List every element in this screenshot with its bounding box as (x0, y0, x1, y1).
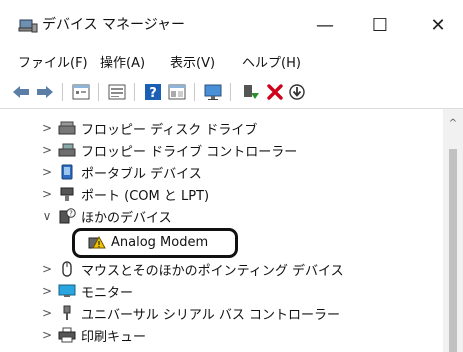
close-button[interactable]: ✕ (418, 10, 458, 40)
scan-monitor-icon[interactable] (202, 81, 224, 103)
menu-help[interactable]: ヘルプ(H) (240, 54, 303, 74)
vertical-scrollbar[interactable]: ^ (443, 109, 463, 352)
properties-icon[interactable] (70, 81, 92, 103)
mouse-icon (58, 261, 76, 277)
svg-text:?: ? (69, 210, 73, 218)
tree-item-other-devices[interactable]: ∨ ? ほかのデバイス (40, 205, 172, 227)
expand-chevron-icon[interactable]: > (40, 143, 54, 157)
highlight-outline (72, 228, 238, 258)
unknown-device-icon: ? (58, 208, 76, 224)
port-icon (58, 186, 76, 202)
forward-arrow-icon[interactable] (34, 81, 56, 103)
show-list-icon[interactable] (106, 81, 128, 103)
floppy-controller-icon (58, 142, 76, 158)
scroll-thumb[interactable] (449, 149, 457, 352)
tree-item-label: ユニバーサル シリアル バス コントローラー (81, 307, 341, 323)
tree-item-ports[interactable]: > ポート (COM と LPT) (40, 183, 209, 205)
window-title: デバイス マネージャー (42, 17, 186, 33)
toolbar-separator (98, 83, 99, 101)
maximize-button[interactable]: ☐ (360, 10, 400, 40)
expand-chevron-icon[interactable]: > (40, 306, 54, 320)
help-icon[interactable]: ? (142, 81, 164, 103)
tree-item-portable-devices[interactable]: > ポータブル デバイス (40, 161, 202, 183)
minimize-button[interactable]: — (305, 10, 345, 40)
tree-item-label: マウスとそのほかのポインティング デバイス (81, 263, 344, 279)
expand-chevron-icon[interactable]: > (40, 165, 54, 179)
uninstall-icon[interactable] (264, 81, 286, 103)
expand-chevron-icon[interactable]: > (40, 284, 54, 298)
tree-item-label: ほかのデバイス (81, 210, 172, 226)
toolbar-separator (194, 83, 195, 101)
toolbar: ? (0, 78, 463, 108)
scroll-up-arrow-icon[interactable]: ^ (448, 119, 458, 129)
tree-item-print-queues[interactable]: > 印刷キュー (40, 324, 146, 346)
tree-item-label: フロッピー ディスク ドライブ (81, 122, 258, 138)
tree-item-label: ポータブル デバイス (81, 166, 202, 182)
tree-item-floppy-disk[interactable]: > フロッピー ディスク ドライブ (40, 117, 257, 139)
details-icon[interactable] (166, 81, 188, 103)
tree-item-label: フロッピー ドライブ コントローラー (81, 144, 298, 160)
toolbar-separator (230, 83, 231, 101)
portable-device-icon (58, 164, 76, 180)
tree-item-label: 印刷キュー (81, 329, 147, 345)
tree-item-cutoff (40, 346, 81, 352)
device-manager-window: デバイス マネージャー — ☐ ✕ ファイル(F) 操作(A) 表示(V) ヘル… (0, 0, 463, 352)
back-arrow-icon[interactable] (10, 81, 32, 103)
floppy-disk-icon (58, 120, 76, 136)
svg-text:?: ? (149, 86, 157, 101)
expand-chevron-icon[interactable]: > (40, 187, 54, 201)
printer-icon (58, 327, 76, 343)
update-driver-icon[interactable] (240, 81, 262, 103)
tree-item-floppy-controller[interactable]: > フロッピー ドライブ コントローラー (40, 139, 297, 161)
expand-chevron-icon[interactable]: > (40, 121, 54, 135)
menu-file[interactable]: ファイル(F) (16, 54, 90, 74)
monitor-icon (58, 283, 76, 299)
tree-item-monitors[interactable]: > モニター (40, 280, 133, 302)
device-manager-icon (18, 18, 38, 34)
toolbar-separator (134, 83, 135, 101)
expand-chevron-icon[interactable]: > (40, 262, 54, 276)
menu-operation[interactable]: 操作(A) (98, 54, 147, 74)
toolbar-separator (62, 83, 63, 101)
install-icon[interactable] (286, 81, 308, 103)
title-bar: デバイス マネージャー — ☐ ✕ (0, 0, 463, 50)
collapse-chevron-icon[interactable]: ∨ (40, 209, 54, 223)
tree-item-usb-controllers[interactable]: > ユニバーサル シリアル バス コントローラー (40, 302, 340, 324)
menu-view[interactable]: 表示(V) (168, 54, 217, 74)
menu-bar: ファイル(F) 操作(A) 表示(V) ヘルプ(H) (0, 52, 463, 76)
tree-item-mice[interactable]: > マウスとそのほかのポインティング デバイス (40, 258, 344, 280)
usb-icon (58, 305, 76, 321)
tree-item-label: ポート (COM と LPT) (81, 188, 210, 204)
expand-chevron-icon[interactable]: > (40, 328, 54, 342)
tree-item-label: モニター (81, 285, 134, 301)
